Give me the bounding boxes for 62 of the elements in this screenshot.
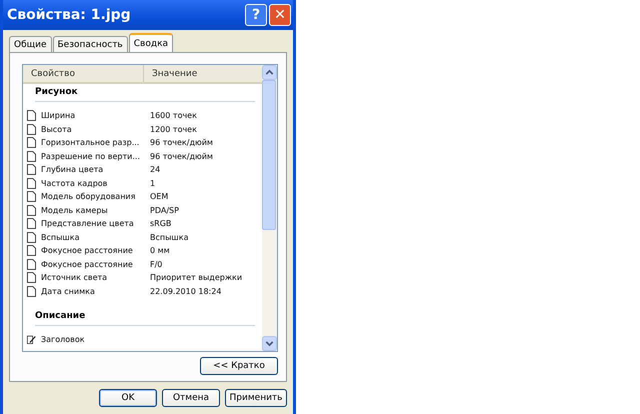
property-name: Разрешение по верти... bbox=[41, 152, 141, 161]
property-value: OEM bbox=[150, 192, 168, 202]
dialog-button[interactable]: OK bbox=[99, 389, 157, 407]
tab[interactable]: Сводка bbox=[128, 33, 174, 52]
document-icon bbox=[27, 191, 36, 202]
property-name: Источник света bbox=[41, 273, 108, 282]
column-header[interactable]: Значение bbox=[144, 65, 198, 82]
document-icon bbox=[27, 110, 36, 122]
document-icon bbox=[27, 232, 36, 243]
property-value: 24 bbox=[150, 165, 160, 174]
property-name: Высота bbox=[41, 124, 73, 134]
property-value: 96 точек/дюйм bbox=[150, 138, 213, 148]
property-value: 1 bbox=[150, 178, 156, 188]
window-title: Свойства: 1.jpg bbox=[7, 7, 132, 23]
property-name: Модель оборудования bbox=[41, 192, 136, 202]
property-name: Дата снимка bbox=[41, 286, 96, 296]
property-name: Ширина bbox=[41, 111, 76, 120]
property-value: 96 точек/дюйм bbox=[150, 152, 213, 161]
document-icon bbox=[27, 164, 36, 176]
property-name: Частота кадров bbox=[41, 178, 108, 188]
property-value: 1200 точек bbox=[150, 124, 197, 134]
property-name: Фокусное расстояние bbox=[41, 246, 134, 256]
property-name: Фокусное расстояние bbox=[41, 260, 134, 269]
property-value: sRGB bbox=[150, 219, 172, 228]
property-value: Вспышка bbox=[150, 232, 188, 242]
dialog-button[interactable]: Отмена bbox=[162, 389, 220, 407]
document-icon bbox=[27, 286, 36, 297]
property-value: 1600 точек bbox=[150, 111, 197, 120]
property-name: Горизонтальное разр... bbox=[41, 138, 140, 148]
help-button[interactable]: ? bbox=[245, 4, 267, 26]
group-heading: Описание bbox=[35, 311, 255, 326]
document-icon bbox=[27, 245, 36, 256]
property-name: Модель камеры bbox=[41, 206, 109, 215]
document-icon bbox=[27, 124, 36, 135]
document-pen-icon bbox=[27, 334, 36, 346]
column-header[interactable]: Свойство bbox=[23, 65, 144, 82]
property-value: PDA/SP bbox=[150, 206, 179, 215]
scroll-up-icon[interactable] bbox=[262, 65, 277, 80]
document-icon bbox=[27, 218, 36, 230]
property-value: 22.09.2010 18:24 bbox=[150, 286, 222, 296]
document-icon bbox=[27, 137, 36, 148]
property-value: F/0 bbox=[150, 260, 162, 269]
tab[interactable]: Общие bbox=[9, 36, 52, 52]
dialog-button[interactable]: Применить bbox=[225, 389, 287, 407]
group-heading: Рисунок bbox=[35, 87, 255, 102]
document-icon bbox=[27, 272, 36, 284]
summary-toggle-button[interactable]: << Кратко bbox=[200, 357, 278, 375]
tab[interactable]: Безопасность bbox=[52, 36, 128, 52]
scroll-down-icon[interactable] bbox=[262, 336, 277, 351]
property-name: Глубина цвета bbox=[41, 165, 104, 174]
property-name: Заголовок bbox=[41, 335, 86, 344]
document-icon bbox=[27, 204, 36, 216]
scroll-thumb[interactable] bbox=[262, 80, 276, 230]
property-name: Представление цвета bbox=[41, 219, 135, 228]
scrollbar[interactable] bbox=[262, 65, 277, 351]
property-name: Вспышка bbox=[41, 232, 80, 242]
property-value: Приоритет выдержки bbox=[150, 273, 242, 282]
close-button[interactable]: ✕ bbox=[269, 4, 291, 26]
document-icon bbox=[27, 150, 36, 162]
document-icon bbox=[27, 178, 36, 189]
property-value: 0 мм bbox=[150, 246, 170, 256]
document-icon bbox=[27, 258, 36, 270]
